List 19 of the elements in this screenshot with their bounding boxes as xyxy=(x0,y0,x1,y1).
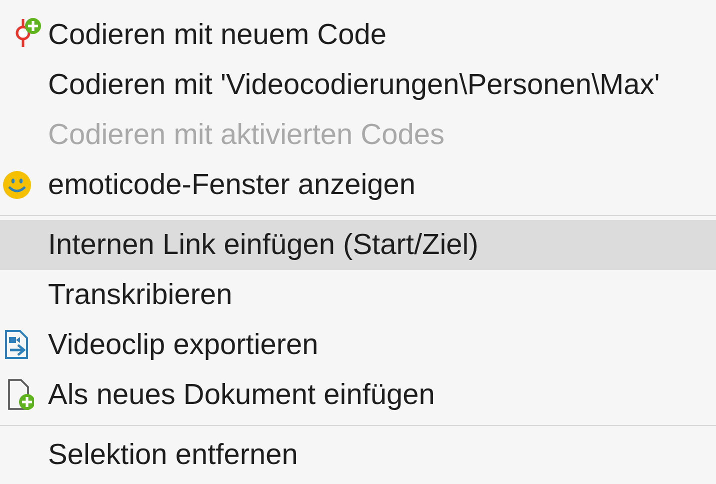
smiley-icon xyxy=(2,170,32,200)
menu-item-label: Selektion entfernen xyxy=(48,438,298,472)
menu-item-label: Internen Link einfügen (Start/Ziel) xyxy=(48,228,478,262)
menu-item-label: Codieren mit aktivierten Codes xyxy=(48,118,445,152)
menu-item-label: Videoclip exportieren xyxy=(48,328,318,362)
menu-item[interactable]: Videoclip exportieren xyxy=(0,320,716,370)
menu-item[interactable]: Transkribieren xyxy=(0,270,716,320)
menu-item-label: Transkribieren xyxy=(48,278,232,312)
menu-item[interactable]: Als neues Dokument einfügen xyxy=(0,370,716,420)
menu-item[interactable]: Codieren mit 'Videocodierungen\Personen\Max' xyxy=(0,60,716,110)
menu-item[interactable]: Codieren mit neuem Code xyxy=(0,10,716,60)
menu-item-label: Codieren mit 'Videocodierungen\Personen\Max' xyxy=(48,68,660,102)
menu-item[interactable]: Internen Link einfügen (Start/Ziel) xyxy=(0,220,716,270)
video-export-icon xyxy=(4,330,30,360)
menu-item[interactable]: emoticode-Fenster anzeigen xyxy=(0,160,716,210)
menu-item-label: Als neues Dokument einfügen xyxy=(48,378,435,412)
menu-item[interactable]: Selektion entfernen xyxy=(0,430,716,480)
menu-item-label: Codieren mit neuem Code xyxy=(48,18,387,52)
menu-item-label: emoticode-Fenster anzeigen xyxy=(48,168,416,202)
